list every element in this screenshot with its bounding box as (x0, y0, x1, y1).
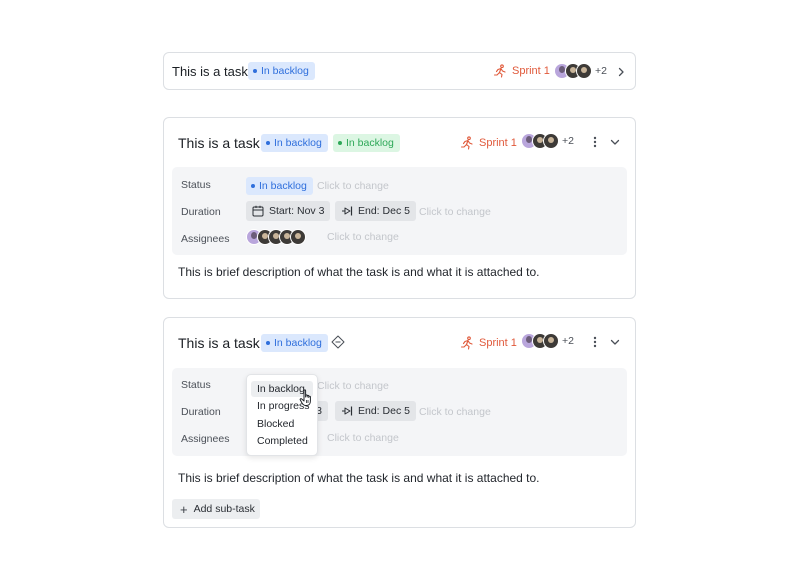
task-card-expanded: This is a task In backlog In backlog Spr… (163, 117, 636, 299)
dropdown-option-blocked[interactable]: Blocked (251, 416, 294, 432)
sprint-link[interactable]: Sprint 1 (460, 336, 517, 350)
end-date-chip[interactable]: End: Dec 5 (335, 401, 416, 421)
start-date-chip[interactable]: Start: Nov 3 (246, 201, 331, 221)
end-date-chip[interactable]: End: Dec 5 (335, 201, 416, 221)
task-details-panel: Status Click to change Duration 3 End: D… (172, 368, 627, 456)
running-person-icon (460, 336, 473, 350)
status-badge-label: In backlog (261, 65, 309, 77)
task-title[interactable]: This is a task (178, 335, 260, 351)
status-change-hint[interactable]: Click to change (317, 180, 389, 192)
status-dot-icon (251, 184, 255, 188)
sprint-link[interactable]: Sprint 1 (493, 64, 550, 78)
assignee-avatars[interactable]: +2 (554, 63, 607, 79)
assignees-more-count: +2 (562, 135, 574, 147)
avatar (543, 333, 559, 349)
assignees-more-count: +2 (595, 65, 607, 77)
assignees-change-hint[interactable]: Click to change (327, 231, 399, 243)
status-label: Status (181, 379, 211, 391)
status-badge[interactable]: In backlog (261, 134, 328, 152)
sprint-label: Sprint 1 (512, 65, 550, 77)
sprint-label: Sprint 1 (479, 137, 517, 149)
task-description: This is brief description of what the ta… (178, 471, 540, 485)
avatar (576, 63, 592, 79)
end-date-label: End: Dec 5 (358, 405, 410, 417)
status-badge-label: In backlog (274, 137, 322, 149)
finish-flag-icon (342, 206, 353, 216)
assignees-change-hint[interactable]: Click to change (327, 432, 399, 444)
start-date-label: Start: Nov 3 (269, 205, 325, 217)
status-dropdown-menu: In backlog In progress Blocked Completed (246, 374, 318, 456)
avatar (290, 229, 306, 245)
sprint-link[interactable]: Sprint 1 (460, 136, 517, 150)
status-dot-icon (253, 69, 257, 73)
task-description: This is brief description of what the ta… (178, 265, 540, 279)
more-vertical-icon[interactable] (588, 135, 602, 149)
status-badge[interactable]: In backlog (333, 134, 400, 152)
status-badge[interactable]: In backlog (248, 62, 315, 80)
duration-change-hint[interactable]: Click to change (419, 406, 491, 418)
chevron-down-icon[interactable] (608, 135, 622, 149)
chevron-right-icon[interactable] (614, 65, 628, 79)
end-date-label: End: Dec 5 (358, 205, 410, 217)
assignee-avatars[interactable] (246, 229, 306, 245)
duration-label: Duration (181, 206, 221, 218)
dropdown-option-completed[interactable]: Completed (251, 433, 308, 449)
hand-pointer-cursor-icon (299, 389, 315, 412)
task-title[interactable]: This is a task (178, 135, 260, 151)
chevron-down-icon[interactable] (608, 335, 622, 349)
duration-change-hint[interactable]: Click to change (419, 206, 491, 218)
running-person-icon (460, 136, 473, 150)
finish-flag-icon (342, 406, 353, 416)
more-vertical-icon[interactable] (588, 335, 602, 349)
status-badge-label: In backlog (346, 137, 394, 149)
sprint-label: Sprint 1 (479, 337, 517, 349)
status-change-hint[interactable]: Click to change (317, 380, 389, 392)
add-subtask-button[interactable]: + Add sub-task (172, 499, 260, 519)
status-dot-icon (338, 141, 342, 145)
task-card-compact[interactable]: This is a task In backlog Sprint 1 +2 (163, 52, 636, 90)
status-badge[interactable]: In backlog (261, 334, 328, 352)
status-dot-icon (266, 341, 270, 345)
status-badge-label: In backlog (274, 337, 322, 349)
running-person-icon (493, 64, 506, 78)
avatar (543, 133, 559, 149)
assignees-more-count: +2 (562, 335, 574, 347)
plus-icon: + (180, 501, 188, 517)
assignees-label: Assignees (181, 433, 230, 445)
status-dot-icon (266, 141, 270, 145)
task-details-panel: Status In backlog Click to change Durati… (172, 167, 627, 255)
calendar-icon (252, 205, 264, 217)
duration-label: Duration (181, 406, 221, 418)
task-card-editing: This is a task In backlog Sprint 1 +2 St… (163, 317, 636, 528)
status-field[interactable]: In backlog (246, 177, 313, 195)
task-title[interactable]: This is a task (172, 64, 248, 79)
assignees-label: Assignees (181, 233, 230, 245)
milestone-diamond-icon[interactable] (331, 335, 345, 349)
status-value: In backlog (259, 180, 307, 192)
assignee-avatars[interactable]: +2 (521, 333, 574, 349)
status-label: Status (181, 179, 211, 191)
assignee-avatars[interactable]: +2 (521, 133, 574, 149)
add-subtask-label: Add sub-task (193, 503, 255, 515)
